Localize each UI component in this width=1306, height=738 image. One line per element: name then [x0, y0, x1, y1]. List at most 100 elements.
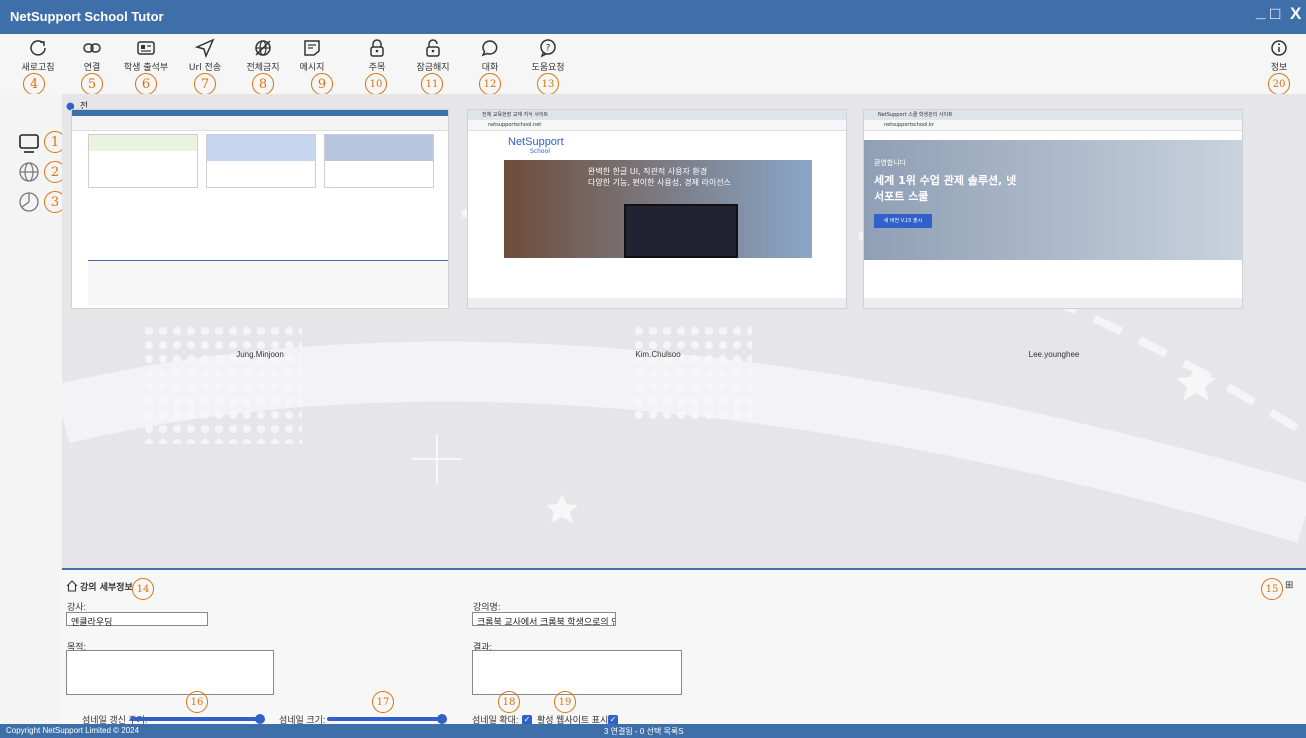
attendance-button[interactable]: 학생 출석부: [116, 36, 176, 76]
banner-line-1: 세계 1위 수업 관제 솔루션, 넷: [874, 174, 1017, 187]
web-view-button[interactable]: [18, 161, 40, 187]
info-button[interactable]: 정보: [1249, 36, 1306, 76]
send-url-label: Url 전송: [188, 63, 222, 73]
annotation-5: 5: [81, 73, 103, 95]
annotation-11: 11: [421, 73, 443, 95]
mini-thumb: [88, 134, 198, 188]
banner-line-2: 서포트 스쿨: [874, 190, 929, 203]
monitor-icon: [19, 134, 39, 153]
slider-knob[interactable]: [255, 714, 265, 724]
annotation-9: 9: [311, 73, 333, 95]
connect-button[interactable]: 연결: [62, 36, 122, 76]
globe-icon: [19, 162, 39, 182]
slider-knob[interactable]: [437, 714, 447, 724]
help-request-label: 도움요청: [531, 63, 565, 73]
dot-pattern: [632, 324, 752, 424]
annotation-19: 19: [554, 691, 576, 713]
annotation-13: 13: [537, 73, 559, 95]
web-block-icon: [255, 40, 271, 56]
annotation-16: 16: [186, 691, 208, 713]
purpose-field[interactable]: [66, 650, 274, 695]
expand-icon[interactable]: ⊞: [1285, 580, 1293, 591]
taskbar: [468, 298, 846, 308]
browser-url: netsupportschool.net: [468, 120, 846, 131]
banner-line-2: 다양한 기능, 편이한 사용성, 경제 라이선스: [588, 178, 731, 187]
mini-thumb-banner: [325, 135, 433, 161]
lecture-field[interactable]: 크롬북 교사에서 크롬북 학생으로의 연결: [472, 612, 616, 626]
refresh-button[interactable]: 새로고침: [8, 36, 68, 76]
mini-thumb-banner: [207, 135, 315, 161]
student-thumbnail-jung-minjoon[interactable]: [72, 110, 448, 308]
copyright-text: Copyright NetSupport Limited © 2024: [6, 726, 140, 735]
result-field[interactable]: [472, 650, 682, 695]
refresh-label: 새로고침: [21, 63, 55, 73]
unlock-icon: [426, 39, 440, 57]
banner-welcome: 환영합니다: [874, 159, 907, 167]
attention-button[interactable]: 주목: [347, 36, 407, 76]
mini-toolbar: [72, 116, 448, 131]
info-icon: [1271, 40, 1287, 56]
teacher-field[interactable]: 엔클라우딩: [66, 612, 208, 627]
browser-url: netsupportschool.kr: [864, 120, 1242, 131]
mini-thumb-banner: [89, 135, 197, 151]
annotation-10: 10: [365, 73, 387, 95]
chat-button[interactable]: 대화: [460, 36, 520, 76]
student-name: Lee.younghee: [1028, 350, 1080, 359]
lecture-details-panel: 강의 세부정보 ⊞ 강사: 엔클라우딩 강의명: 크롬북 교사에서 크롬북 학생…: [62, 568, 1306, 726]
maximize-button[interactable]: □: [1270, 4, 1280, 24]
annotation-17: 17: [372, 691, 394, 713]
annotation-12: 12: [479, 73, 501, 95]
refresh-icon: [30, 40, 46, 56]
details-header: 강의 세부정보: [80, 583, 133, 593]
pie-chart-icon: [19, 192, 39, 212]
id-card-icon: [137, 41, 155, 55]
connect-label: 연결: [83, 63, 101, 73]
banner-line-1: 완벽한 한글 UI, 직관적 사용자 환경: [588, 167, 708, 176]
close-button[interactable]: X: [1290, 4, 1301, 24]
apps-view-button[interactable]: [18, 191, 40, 217]
annotation-6: 6: [135, 73, 157, 95]
annotation-4: 4: [23, 73, 45, 95]
minimize-button[interactable]: _: [1256, 2, 1265, 22]
browser-tab: NetSupport 스쿨 학생관리 사이트: [864, 110, 1242, 120]
message-label: 메시지: [299, 63, 325, 73]
view-sidebar: [0, 94, 62, 724]
site-brand: NetSupport: [508, 136, 564, 148]
message-button[interactable]: 메시지: [282, 36, 342, 76]
message-icon: [304, 40, 320, 56]
send-icon: [195, 38, 215, 58]
annotation-7: 7: [194, 73, 216, 95]
chat-label: 대화: [481, 63, 499, 73]
browser-tab: 전체 교육현장 교재 지식 사이트: [468, 110, 846, 120]
link-icon: [83, 43, 101, 53]
info-label: 정보: [1270, 63, 1288, 73]
annotation-15: 15: [1261, 578, 1283, 600]
student-name: Kim.Chulsoo: [635, 350, 681, 359]
home-icon: [66, 580, 78, 592]
thumbnail-view-button[interactable]: [18, 132, 40, 158]
banner-cta: 새 버전 V.15 출시: [874, 214, 932, 228]
laptop-image: [624, 204, 738, 258]
status-bar: Copyright NetSupport Limited © 2024 3 연결…: [0, 724, 1306, 738]
unlock-label: 잠금해지: [416, 63, 450, 73]
svg-text:?: ?: [546, 44, 551, 54]
unlock-button[interactable]: 잠금해지: [403, 36, 463, 76]
dot-pattern: [142, 324, 302, 444]
help-request-button[interactable]: ? 도움요청: [518, 36, 578, 76]
student-thumbnail-lee-younghee[interactable]: NetSupport 스쿨 학생관리 사이트 netsupportschool.…: [864, 110, 1242, 308]
student-name: Jung.Minjoon: [236, 350, 284, 359]
student-thumbnail-kim-chulsoo[interactable]: 전체 교육현장 교재 지식 사이트 netsupportschool.net N…: [468, 110, 846, 308]
send-url-button[interactable]: Url 전송: [175, 36, 235, 76]
annotation-8: 8: [252, 73, 274, 95]
thumbnail-area: ● 전 Jung.Minjoon 전체 교육현장 교재 지식 사이트 netsu…: [62, 94, 1306, 568]
title-bar: NetSupport School Tutor _ □ X: [0, 0, 1306, 34]
attendance-label: 학생 출석부: [123, 63, 169, 73]
annotation-18: 18: [498, 691, 520, 713]
thumbnail-size-slider[interactable]: [327, 714, 447, 724]
taskbar: [864, 298, 1242, 308]
annotation-14: 14: [132, 578, 154, 600]
refresh-interval-slider[interactable]: [130, 714, 265, 724]
annotation-20: 20: [1268, 73, 1290, 95]
chat-icon: [481, 40, 498, 57]
attention-label: 주목: [368, 63, 386, 73]
